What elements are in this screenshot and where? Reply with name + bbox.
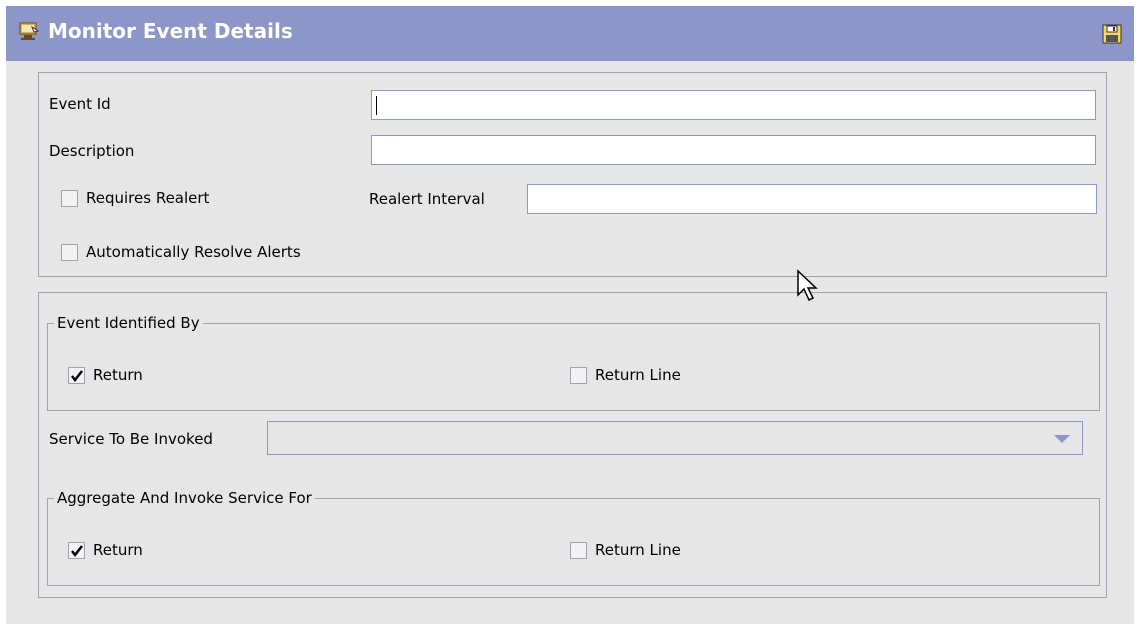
requires-realert-checkbox[interactable] [61,189,78,207]
identified-return-checkbox[interactable] [68,366,85,384]
service-select[interactable] [267,421,1083,455]
description-field[interactable] [371,135,1096,165]
auto-resolve-label: Automatically Resolve Alerts [86,243,301,261]
text-caret [376,96,377,115]
save-icon[interactable] [1102,24,1122,44]
auto-resolve-row[interactable]: Automatically Resolve Alerts [61,243,301,261]
event-identified-by-legend: Event Identified By [54,314,203,332]
event-config-panel: Event Identified By Return Return Line S… [38,292,1107,598]
monitor-event-details-window: Monitor Event Details Event Id Descripti… [6,6,1134,624]
monitor-app-icon [19,22,40,40]
aggregate-return-label: Return [93,541,143,559]
check-mark-icon [71,369,83,382]
requires-realert-label: Requires Realert [86,189,210,207]
event-id-label: Event Id [49,95,111,113]
aggregate-return-line-checkbox[interactable] [570,541,587,559]
description-label: Description [49,142,135,160]
aggregate-return-line-row[interactable]: Return Line [570,541,681,559]
event-id-input[interactable] [372,91,1095,119]
service-label: Service To Be Invoked [49,430,213,448]
identified-return-line-checkbox[interactable] [570,366,587,384]
check-mark-icon [71,544,83,557]
mouse-pointer-icon [797,269,818,302]
aggregate-legend: Aggregate And Invoke Service For [54,489,315,507]
identified-return-label: Return [93,366,143,384]
window-title: Monitor Event Details [48,19,293,43]
realert-interval-field[interactable] [527,184,1097,214]
chevron-down-icon[interactable] [1054,435,1070,443]
realert-interval-label: Realert Interval [369,190,485,208]
identified-return-row[interactable]: Return [68,366,143,384]
description-input[interactable] [372,136,1095,164]
aggregate-return-row[interactable]: Return [68,541,143,559]
identified-return-line-label: Return Line [595,366,681,384]
event-id-field[interactable] [371,90,1096,120]
title-bar: Monitor Event Details [6,6,1134,61]
aggregate-group: Aggregate And Invoke Service For Return … [47,489,1100,586]
general-panel: Event Id Description Requires Realert Re… [38,72,1107,277]
realert-interval-input[interactable] [528,185,1096,213]
identified-return-line-row[interactable]: Return Line [570,366,681,384]
requires-realert-row[interactable]: Requires Realert [61,189,209,207]
auto-resolve-checkbox[interactable] [61,243,78,261]
event-identified-by-group: Event Identified By Return Return Line [47,314,1100,411]
aggregate-return-line-label: Return Line [595,541,681,559]
aggregate-return-checkbox[interactable] [68,541,85,559]
